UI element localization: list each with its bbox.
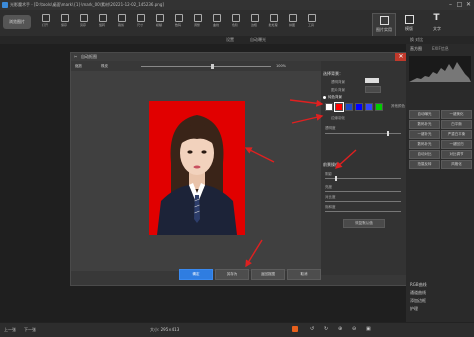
arrow-to-solid-bg: [289, 99, 324, 107]
arrow-to-swatches: [291, 113, 324, 124]
image-size-info: 大小: 295×413: [150, 327, 180, 332]
prev-image-button[interactable]: 上一张: [4, 327, 16, 333]
next-image-button[interactable]: 下一张: [24, 327, 36, 333]
arrow-to-save-as: [245, 239, 263, 268]
zoom-in-icon[interactable]: ⊕: [338, 326, 342, 332]
arrow-to-photo: [244, 147, 275, 163]
fit-icon[interactable]: ▣: [366, 326, 371, 332]
status-icons: ↺ ↻ ⊕ ⊖ ▣: [310, 326, 390, 332]
status-bar: 上一张 下一张 大小: 295×413 ↺ ↻ ⊕ ⊖ ▣: [0, 322, 474, 337]
arrow-to-fg-ops: [334, 149, 357, 169]
rotate-left-icon[interactable]: ↺: [310, 326, 314, 332]
zoom-out-icon[interactable]: ⊖: [352, 326, 356, 332]
app-tray-icon[interactable]: [292, 326, 298, 332]
rotate-right-icon[interactable]: ↻: [324, 326, 328, 332]
annotation-arrows: [244, 99, 357, 268]
